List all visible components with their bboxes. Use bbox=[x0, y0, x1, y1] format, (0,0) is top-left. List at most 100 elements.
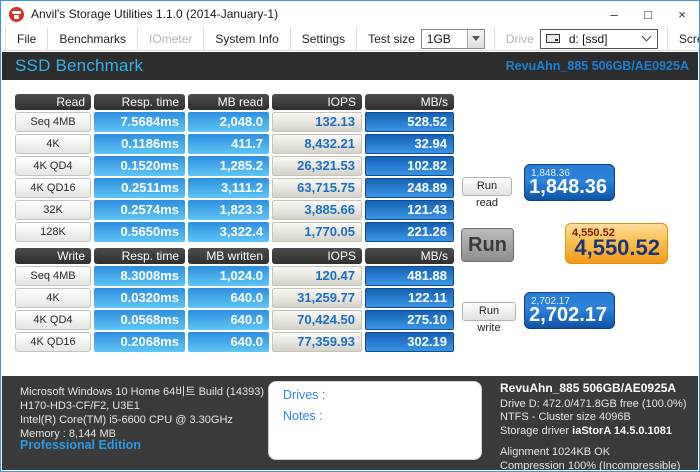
read-4k-qd4-mbs: 102.82 bbox=[365, 156, 454, 176]
run-read-button[interactable]: Run read bbox=[462, 177, 512, 196]
read-4k-qd16-mb: 3,111.2 bbox=[188, 178, 269, 198]
read-4k-mb: 411.7 bbox=[188, 134, 269, 154]
read-header-mb-read: MB read bbox=[188, 94, 269, 110]
alignment-status: Alignment 1024KB OK bbox=[500, 446, 686, 460]
write-header-write: Write bbox=[15, 248, 91, 264]
read-32k-resp: 0.2574ms bbox=[94, 200, 185, 220]
drives-notes-box[interactable]: Drives : Notes : bbox=[268, 381, 482, 460]
title-bar: Anvil's Storage Utilities 1.1.0 (2014-Ja… bbox=[1, 1, 699, 27]
read-128k-iops: 1,770.05 bbox=[272, 222, 362, 242]
drive-info-block: RevuAhn_885 506GB/AE0925A Drive D: 472.0… bbox=[500, 382, 686, 472]
close-button[interactable]: × bbox=[665, 1, 699, 27]
write-4k-qd4-resp: 0.0568ms bbox=[94, 310, 185, 330]
chevron-down-icon bbox=[472, 36, 480, 41]
write-4k-qd16-resp: 0.2068ms bbox=[94, 332, 185, 352]
read-4k-qd16-label[interactable]: 4K QD16 bbox=[15, 178, 91, 198]
drive-value: d: [ssd] bbox=[564, 32, 639, 46]
menu-item-benchmarks[interactable]: Benchmarks bbox=[48, 27, 138, 51]
read-32k-iops: 3,885.66 bbox=[272, 200, 362, 220]
read-score-value: 1,848.36 bbox=[525, 176, 614, 199]
read-128k-resp: 0.5650ms bbox=[94, 222, 185, 242]
write-4k-qd16-label[interactable]: 4K QD16 bbox=[15, 332, 91, 352]
read-4k-mbs: 32.94 bbox=[365, 134, 454, 154]
menu-bar: FileBenchmarksIOmeterSystem InfoSettings… bbox=[1, 27, 699, 51]
write-header-mb-written: MB written bbox=[188, 248, 269, 264]
edition-label: Professional Edition bbox=[20, 438, 141, 452]
read-header-resp-time: Resp. time bbox=[94, 94, 185, 110]
write-4k-qd4-iops: 70,424.50 bbox=[272, 310, 362, 330]
system-line-0: Microsoft Windows 10 Home 64비트 Build (14… bbox=[20, 385, 264, 399]
write-header-mb-s: MB/s bbox=[365, 248, 454, 264]
write-4k-iops: 31,259.77 bbox=[272, 288, 362, 308]
drive-line-0: Drive D: 472.0/471.8GB free (100.0%) bbox=[500, 398, 686, 412]
read-4k-resp: 0.1186ms bbox=[94, 134, 185, 154]
system-line-2: Intel(R) Core(TM) i5-6600 CPU @ 3.30GHz bbox=[20, 413, 264, 427]
read-4k-qd4-iops: 26,321.53 bbox=[272, 156, 362, 176]
read-seq-4mb-mb: 2,048.0 bbox=[188, 112, 269, 132]
drives-label: Drives : bbox=[269, 382, 481, 403]
read-32k-label[interactable]: 32K bbox=[15, 200, 91, 220]
maximize-button[interactable]: □ bbox=[631, 1, 665, 27]
write-seq-4mb-resp: 8.3008ms bbox=[94, 266, 185, 286]
menu-item-system-info[interactable]: System Info bbox=[204, 27, 290, 51]
read-header-mb-s: MB/s bbox=[365, 94, 454, 110]
read-seq-4mb-label[interactable]: Seq 4MB bbox=[15, 112, 91, 132]
read-4k-qd16-iops: 63,715.75 bbox=[272, 178, 362, 198]
write-seq-4mb-iops: 120.47 bbox=[272, 266, 362, 286]
write-4k-qd4-label[interactable]: 4K QD4 bbox=[15, 310, 91, 330]
test-size-select[interactable]: 1GB bbox=[421, 29, 485, 49]
notes-label: Notes : bbox=[269, 403, 481, 424]
write-4k-label[interactable]: 4K bbox=[15, 288, 91, 308]
write-4k-mb: 640.0 bbox=[188, 288, 269, 308]
benchmark-header: SSD Benchmark RevuAhn_885 506GB/AE0925A bbox=[2, 52, 698, 80]
run-write-button[interactable]: Run write bbox=[462, 302, 516, 321]
write-header-resp-time: Resp. time bbox=[94, 248, 185, 264]
read-seq-4mb-resp: 7.5684ms bbox=[94, 112, 185, 132]
read-128k-label[interactable]: 128K bbox=[15, 222, 91, 242]
read-seq-4mb-iops: 132.13 bbox=[272, 112, 362, 132]
read-128k-mb: 3,322.4 bbox=[188, 222, 269, 242]
write-seq-4mb-label[interactable]: Seq 4MB bbox=[15, 266, 91, 286]
run-button[interactable]: Run bbox=[461, 228, 514, 262]
write-4k-qd16-iops: 77,359.93 bbox=[272, 332, 362, 352]
write-4k-qd16-mbs: 302.19 bbox=[365, 332, 454, 352]
write-4k-qd4-mb: 640.0 bbox=[188, 310, 269, 330]
test-size-value: 1GB bbox=[422, 32, 467, 46]
read-score-box: 1,848.36 1,848.36 bbox=[524, 164, 615, 201]
drive-select[interactable]: d: [ssd] bbox=[540, 29, 658, 49]
minimize-button[interactable]: – bbox=[597, 1, 631, 27]
read-4k-qd4-mb: 1,285.2 bbox=[188, 156, 269, 176]
write-4k-mbs: 122.11 bbox=[365, 288, 454, 308]
total-score-box: 4,550.52 4,550.52 bbox=[565, 223, 668, 264]
read-4k-qd4-label[interactable]: 4K QD4 bbox=[15, 156, 91, 176]
storage-driver-label: Storage driver bbox=[500, 425, 569, 437]
read-4k-qd16-resp: 0.2511ms bbox=[94, 178, 185, 198]
read-32k-mbs: 121.43 bbox=[365, 200, 454, 220]
page-title: SSD Benchmark bbox=[2, 56, 143, 76]
menu-item-file[interactable]: File bbox=[5, 27, 48, 51]
test-size-group: Test size 1GB bbox=[357, 27, 495, 51]
read-table: ReadResp. timeMB readIOPSMB/sSeq 4MB7.56… bbox=[15, 94, 454, 242]
drive-line-1: NTFS - Cluster size 4096B bbox=[500, 411, 686, 425]
menu-item-settings[interactable]: Settings bbox=[291, 27, 357, 51]
app-icon bbox=[9, 7, 24, 22]
read-32k-mb: 1,823.3 bbox=[188, 200, 269, 220]
write-4k-qd4-mbs: 275.10 bbox=[365, 310, 454, 330]
read-seq-4mb-mbs: 528.52 bbox=[365, 112, 454, 132]
read-128k-mbs: 221.26 bbox=[365, 222, 454, 242]
storage-driver-line: Storage driver iaStorA 14.5.0.1081 bbox=[500, 425, 686, 439]
read-4k-qd16-mbs: 248.89 bbox=[365, 178, 454, 198]
write-4k-resp: 0.0320ms bbox=[94, 288, 185, 308]
write-score-value: 2,702.17 bbox=[525, 304, 614, 327]
test-size-dropdown-button[interactable] bbox=[467, 30, 484, 48]
storage-driver-value: iaStorA 14.5.0.1081 bbox=[572, 425, 672, 437]
app-window: Anvil's Storage Utilities 1.1.0 (2014-Ja… bbox=[0, 0, 700, 472]
device-name: RevuAhn_885 506GB/AE0925A bbox=[506, 59, 698, 73]
read-4k-label[interactable]: 4K bbox=[15, 134, 91, 154]
system-info-block: Microsoft Windows 10 Home 64비트 Build (14… bbox=[20, 385, 264, 441]
drive-group: Drive d: [ssd] bbox=[495, 27, 668, 51]
menu-item-screenshot[interactable]: Screenshot bbox=[668, 27, 700, 51]
menu-item-iometer: IOmeter bbox=[138, 27, 204, 51]
chevron-down-icon bbox=[641, 32, 651, 42]
read-4k-qd4-resp: 0.1520ms bbox=[94, 156, 185, 176]
